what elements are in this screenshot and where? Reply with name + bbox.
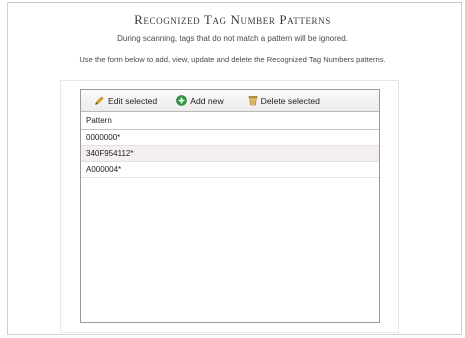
patterns-grid: Edit selected Add new Delete selected Pa… [80, 89, 380, 323]
trash-icon [248, 95, 258, 106]
delete-selected-label: Delete selected [260, 95, 320, 106]
page-instructions: Use the form below to add, view, update … [79, 55, 386, 64]
add-new-label: Add new [190, 95, 224, 106]
delete-selected-button[interactable]: Delete selected [248, 95, 320, 106]
page-subtitle: During scanning, tags that do not match … [117, 34, 348, 43]
table-row[interactable]: A000004* [81, 162, 379, 178]
pattern-column-header[interactable]: Pattern [81, 112, 379, 130]
table-row[interactable]: 340F954112* [81, 146, 379, 162]
grid-toolbar: Edit selected Add new Delete selected [81, 90, 379, 112]
add-new-button[interactable]: Add new [176, 95, 224, 106]
add-icon [176, 95, 188, 106]
pencil-icon [94, 95, 105, 106]
edit-selected-button[interactable]: Edit selected [94, 95, 157, 106]
edit-selected-label: Edit selected [108, 95, 158, 106]
table-row[interactable]: 0000000* [81, 130, 379, 146]
page-title: Recognized Tag Number Patterns [134, 12, 331, 27]
